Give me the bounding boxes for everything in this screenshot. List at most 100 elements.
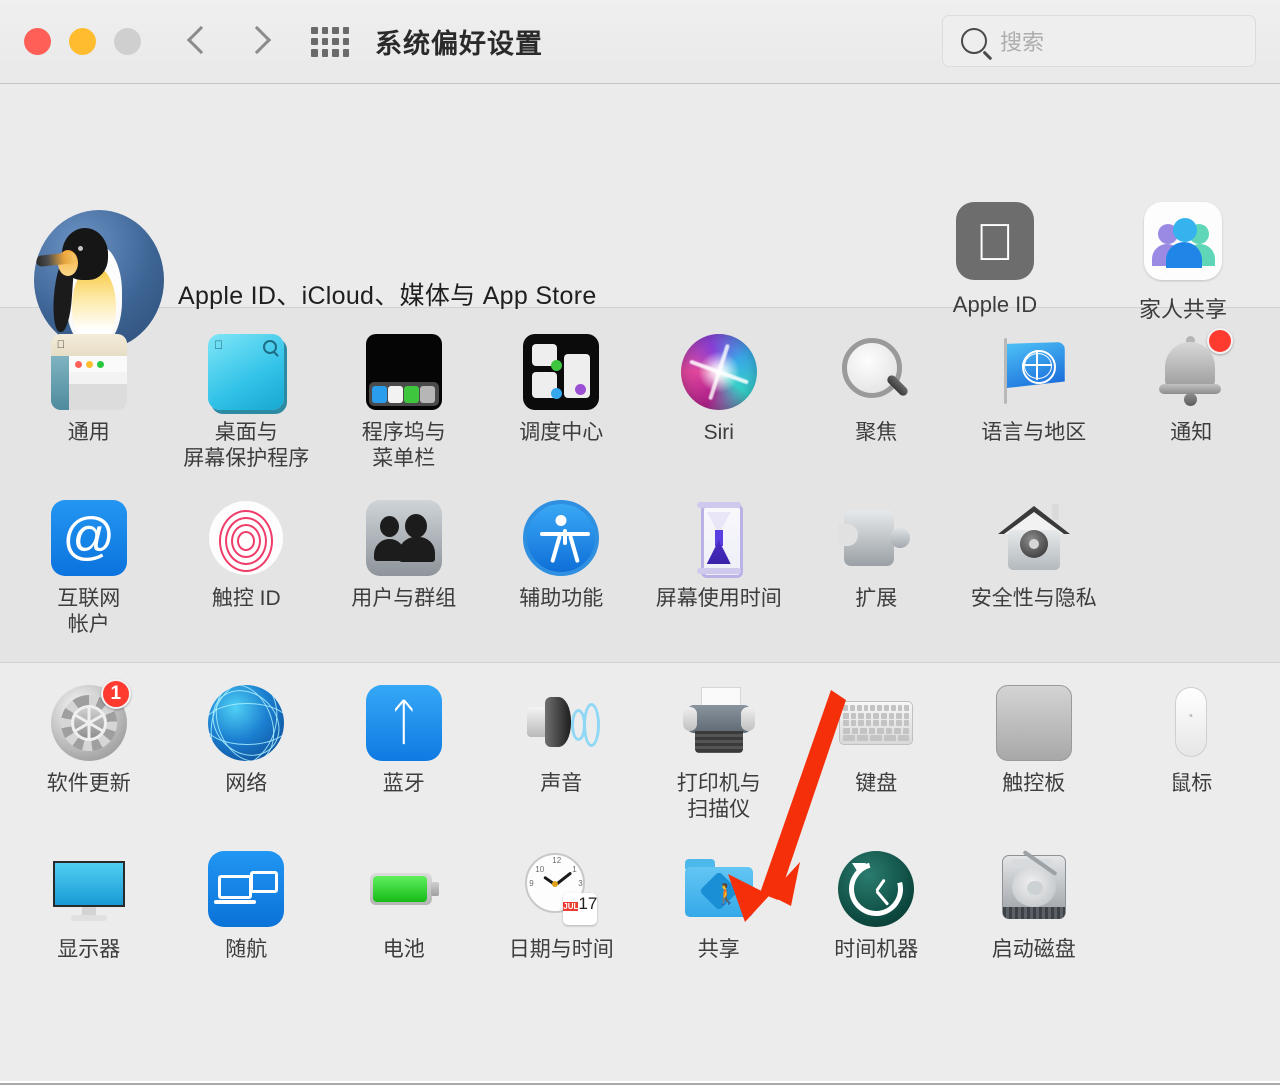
security-privacy-icon bbox=[996, 500, 1072, 576]
network-icon bbox=[208, 685, 285, 761]
pref-item-label: 电池 bbox=[382, 938, 425, 961]
users-groups-icon bbox=[365, 500, 442, 576]
pref-item-label: 屏幕使用时间 bbox=[655, 587, 782, 610]
search-icon bbox=[961, 28, 987, 54]
pref-item-network[interactable]: 网络 bbox=[168, 681, 326, 847]
close-button[interactable] bbox=[24, 28, 51, 55]
pref-item-date-time[interactable]: 12 1 3 6 9 10 JUL17 日期与时间 bbox=[483, 847, 641, 1013]
pref-item-battery[interactable]: 电池 bbox=[325, 847, 483, 1013]
screen-time-icon bbox=[681, 500, 757, 578]
back-button[interactable] bbox=[185, 21, 211, 63]
pref-item-label: 显示器 bbox=[57, 938, 121, 961]
pref-item-label: 鼠标 bbox=[1170, 772, 1213, 795]
pref-item-label: 时间机器 bbox=[834, 938, 919, 961]
pref-item-label: 触控 ID bbox=[211, 587, 281, 610]
family-sharing-icon bbox=[1144, 202, 1222, 280]
pref-item-spotlight[interactable]: 聚焦 bbox=[798, 330, 956, 496]
search-field[interactable]: 搜索 bbox=[942, 15, 1256, 67]
siri-icon bbox=[680, 334, 757, 410]
traffic-lights bbox=[24, 28, 141, 55]
pref-item-label: 共享 bbox=[697, 938, 740, 961]
pref-item-security-privacy[interactable]: 安全性与隐私 bbox=[955, 496, 1113, 662]
touch-id-icon bbox=[208, 500, 285, 576]
pref-item-label: 随航 bbox=[225, 938, 268, 961]
date-time-icon: 12 1 3 6 9 10 JUL17 bbox=[523, 851, 599, 927]
pref-item-touch-id[interactable]: 触控 ID bbox=[168, 496, 326, 662]
system-preferences-window: 系统偏好设置 搜索 Apple ID、iCloud、媒体与 App Store … bbox=[0, 0, 1280, 1091]
pref-item-mouse[interactable]: 鼠标 bbox=[1113, 681, 1271, 847]
pref-item-internet-accounts[interactable]: @ 互联网 帐户 bbox=[10, 496, 168, 662]
apple-logo-icon:  bbox=[956, 202, 1034, 280]
pref-item-label: 语言与地区 bbox=[981, 421, 1087, 444]
status-badge: 1 bbox=[100, 679, 131, 709]
forward-button[interactable] bbox=[241, 21, 267, 63]
preferences-grid-personal:  通用  桌面与屏幕保护程序 程序坞与菜单栏 bbox=[0, 328, 1280, 662]
search-placeholder: 搜索 bbox=[1000, 30, 1045, 55]
pref-item-label: 日期与时间 bbox=[508, 938, 614, 961]
sound-icon bbox=[523, 685, 601, 761]
redaction-block bbox=[223, 220, 250, 270]
pref-item-dock-menubar[interactable]: 程序坞与 菜单栏 bbox=[325, 330, 483, 496]
internet-accounts-icon: @ bbox=[50, 500, 127, 576]
pref-item-language-region[interactable]: 语言与地区 bbox=[955, 330, 1113, 496]
spotlight-icon bbox=[838, 334, 914, 410]
pref-tile-family-sharing[interactable]: 家人共享 bbox=[1122, 202, 1244, 324]
pref-item-general[interactable]:  通用 bbox=[10, 330, 168, 496]
pref-item-bluetooth[interactable]: ᛏ 蓝牙 bbox=[325, 681, 483, 847]
pref-item-accessibility[interactable]: 辅助功能 bbox=[483, 496, 641, 662]
pref-item-users-groups[interactable]: 用户与群组 bbox=[325, 496, 483, 662]
apple-id-subtitle: Apple ID、iCloud、媒体与 App Store bbox=[178, 282, 597, 310]
status-badge bbox=[1207, 328, 1234, 354]
show-all-icon[interactable] bbox=[311, 26, 349, 57]
navigation-buttons bbox=[185, 21, 267, 63]
pref-item-software-update[interactable]: 1 软件更新 bbox=[10, 679, 168, 847]
pref-item-printers-scanners[interactable]: 打印机与 扫描仪 bbox=[640, 681, 798, 847]
penguin-avatar[interactable] bbox=[34, 210, 164, 350]
software-update-icon: 1 bbox=[50, 679, 131, 761]
pref-item-sharing[interactable]: 🚶 共享 bbox=[640, 847, 798, 1013]
pref-item-sound[interactable]: 声音 bbox=[483, 681, 641, 847]
pref-item-label: 蓝牙 bbox=[382, 772, 425, 795]
pref-item-siri[interactable]: Siri bbox=[640, 330, 798, 496]
pref-item-label: 通用 bbox=[67, 421, 110, 444]
zoom-button[interactable] bbox=[114, 28, 141, 55]
calendar-month: JUL bbox=[563, 902, 579, 911]
pref-item-label: 通知 bbox=[1170, 421, 1213, 444]
startup-disk-icon bbox=[996, 849, 1072, 927]
battery-icon bbox=[366, 851, 442, 927]
pref-item-label: 桌面与 屏幕保护程序 bbox=[183, 421, 310, 470]
mission-control-icon bbox=[523, 334, 600, 410]
pref-item-extensions[interactable]: 扩展 bbox=[798, 496, 956, 662]
background-window-peek bbox=[0, 1081, 1280, 1091]
account-name-redacted bbox=[178, 220, 295, 270]
pref-tile-label: Apple ID bbox=[952, 292, 1038, 317]
pref-tile-apple-id[interactable]:  Apple ID bbox=[934, 202, 1056, 324]
pref-item-label: 键盘 bbox=[855, 772, 898, 795]
pref-item-displays[interactable]: 显示器 bbox=[10, 847, 168, 1013]
preferences-grid-hardware: 1 软件更新 网络 ᛏ 蓝牙 声音 打印机与 扫描仪 键盘 触控板 鼠标 显示器… bbox=[0, 679, 1280, 1013]
pref-item-label: 软件更新 bbox=[46, 772, 131, 795]
pref-item-keyboard[interactable]: 键盘 bbox=[798, 681, 956, 847]
pref-item-desktop-screensaver[interactable]:  桌面与屏幕保护程序 bbox=[168, 330, 326, 496]
pref-item-time-machine[interactable]: 时间机器 bbox=[798, 847, 956, 1013]
window-title: 系统偏好设置 bbox=[375, 29, 543, 59]
pref-item-label: 程序坞与 菜单栏 bbox=[361, 421, 446, 470]
pref-item-notifications[interactable]: 通知 bbox=[1113, 328, 1271, 496]
pref-item-mission-control[interactable]: 调度中心 bbox=[483, 330, 641, 496]
pref-item-label: 调度中心 bbox=[519, 421, 604, 444]
pref-item-startup-disk[interactable]: 启动磁盘 bbox=[955, 847, 1113, 1013]
sharing-icon: 🚶 bbox=[681, 851, 757, 927]
trackpad-icon bbox=[995, 685, 1072, 761]
pref-item-sidecar[interactable]: 随航 bbox=[168, 847, 326, 1013]
pref-item-label: 启动磁盘 bbox=[991, 938, 1076, 961]
pref-item-label: 安全性与隐私 bbox=[970, 587, 1097, 610]
redaction-block bbox=[178, 220, 205, 270]
pref-item-label: Siri bbox=[703, 421, 734, 444]
pref-item-screen-time[interactable]: 屏幕使用时间 bbox=[640, 496, 798, 662]
desktop-screensaver-icon:  bbox=[208, 334, 285, 410]
pref-item-label: 声音 bbox=[540, 772, 583, 795]
minimize-button[interactable] bbox=[69, 28, 96, 55]
pref-item-trackpad[interactable]: 触控板 bbox=[955, 681, 1113, 847]
printers-scanners-icon bbox=[681, 685, 757, 761]
time-machine-icon bbox=[838, 851, 915, 927]
